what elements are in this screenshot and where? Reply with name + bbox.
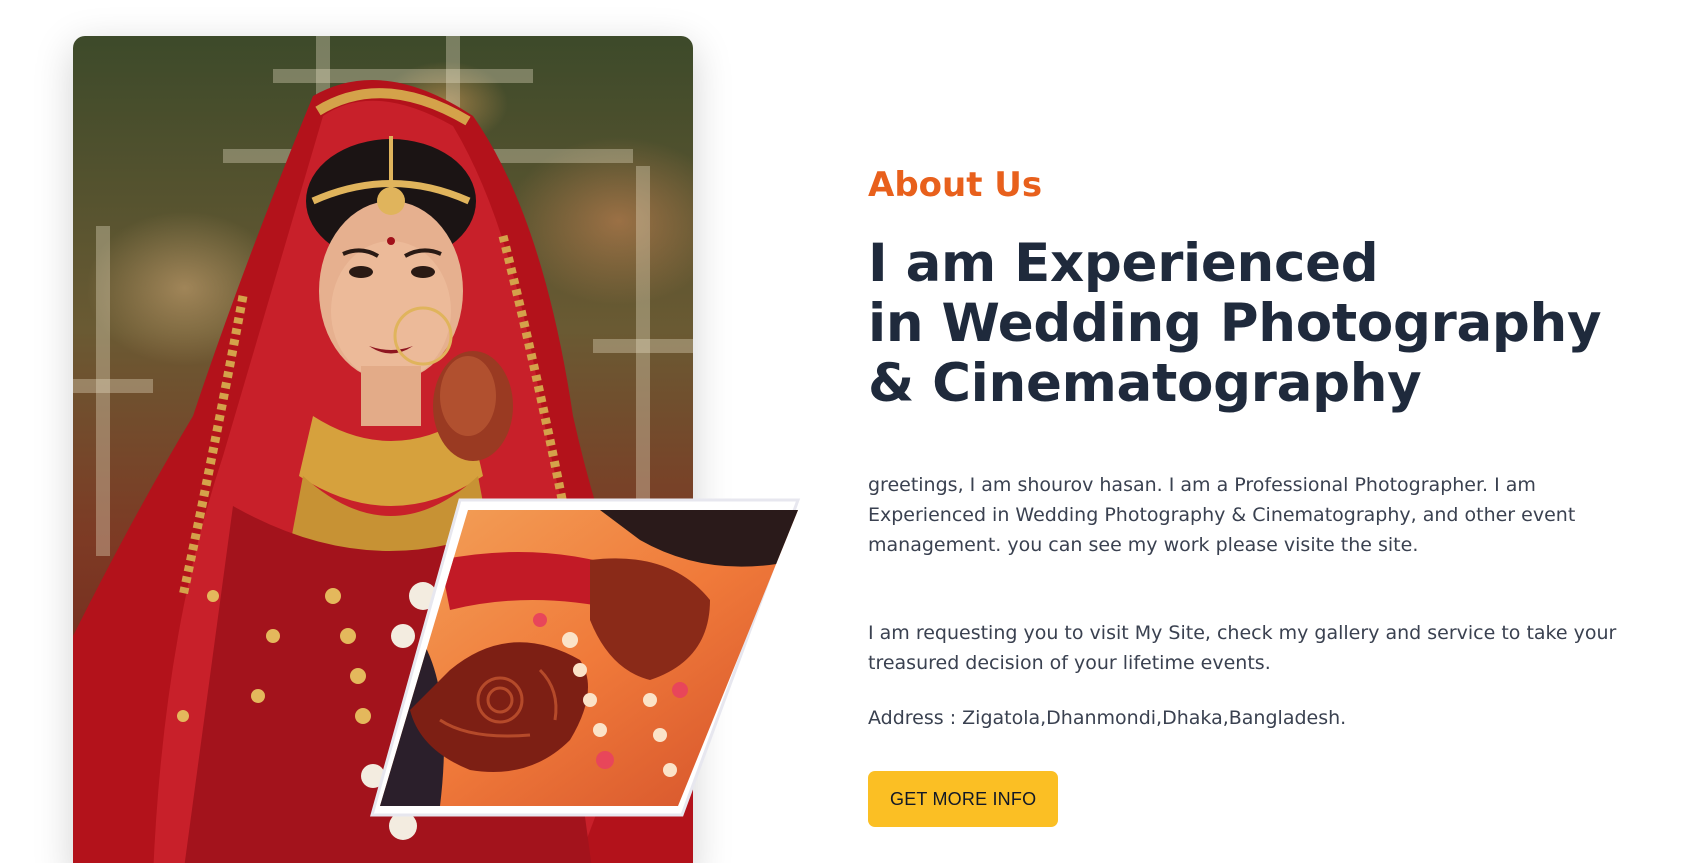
headline-line: in Wedding Photography	[868, 292, 1602, 354]
section-headline: I am Experienced in Wedding Photography …	[868, 232, 1658, 414]
henna-hands-illustration	[370, 498, 801, 817]
intro-paragraph: greetings, I am shourov hasan. I am a Pr…	[868, 473, 1576, 556]
request-paragraph: I am requesting you to visit My Site, ch…	[868, 621, 1617, 674]
section-eyebrow: About Us	[868, 165, 1043, 205]
address-text: Address : Zigatola,Dhanmondi,Dhaka,Bangl…	[868, 706, 1347, 729]
headline-line: I am Experienced	[868, 232, 1379, 294]
headline-line: & Cinematography	[868, 352, 1422, 414]
about-section: About Us I am Experienced in Wedding Pho…	[0, 0, 1701, 863]
get-more-info-button[interactable]: GET MORE INFO	[868, 770, 1059, 827]
about-content: About Us I am Experienced in Wedding Pho…	[868, 165, 1658, 827]
henna-hands-image	[370, 498, 801, 817]
